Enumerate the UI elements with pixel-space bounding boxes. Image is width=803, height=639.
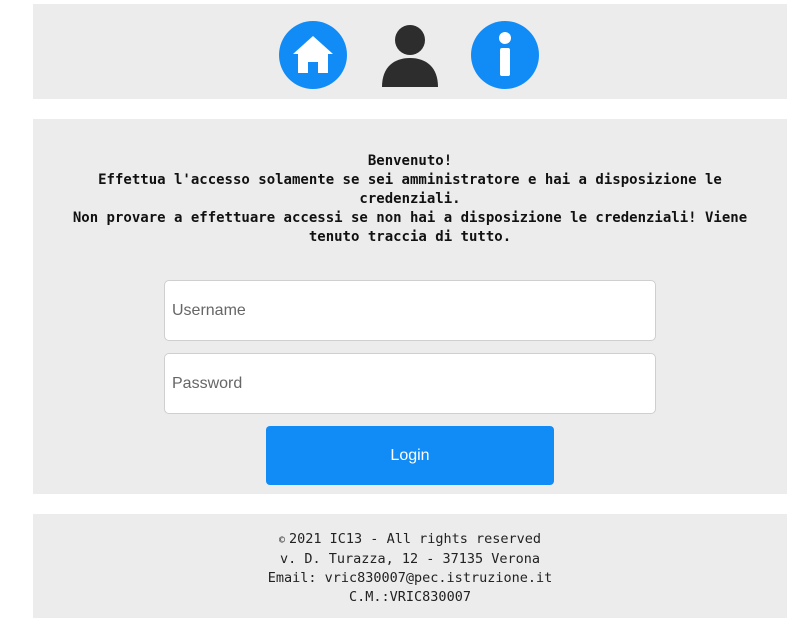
username-input[interactable] — [164, 280, 656, 341]
welcome-message: Benvenuto! Effettua l'accesso solamente … — [33, 152, 787, 247]
welcome-warning: Non provare a effettuare accessi se non … — [72, 210, 748, 245]
copyright-symbol: © — [279, 535, 286, 546]
cm-code-text: C.M.:VRIC830007 — [349, 589, 471, 605]
welcome-title: Benvenuto! — [367, 153, 453, 169]
user-icon — [382, 25, 438, 87]
footer-info: © 2021 IC13 - All rights reserved v. D. T… — [33, 530, 787, 607]
user-button[interactable] — [376, 21, 444, 89]
password-input[interactable] — [164, 353, 656, 414]
login-button[interactable]: Login — [266, 426, 554, 485]
email-text: Email: vric830007@pec.istruzione.it — [267, 570, 553, 586]
home-icon — [279, 21, 347, 89]
info-button[interactable] — [471, 21, 539, 89]
header-bar — [33, 4, 787, 99]
home-button[interactable] — [279, 21, 347, 89]
info-icon — [471, 21, 539, 89]
login-panel: Benvenuto! Effettua l'accesso solamente … — [33, 119, 787, 494]
footer: © 2021 IC13 - All rights reserved v. D. T… — [33, 514, 787, 618]
address-text: v. D. Turazza, 12 - 37135 Verona — [279, 551, 541, 567]
welcome-instructions: Effettua l'accesso solamente se sei ammi… — [98, 172, 722, 207]
copyright-line: © 2021 IC13 - All rights reserved — [33, 530, 787, 550]
copyright-text: 2021 IC13 - All rights reserved — [289, 531, 541, 547]
